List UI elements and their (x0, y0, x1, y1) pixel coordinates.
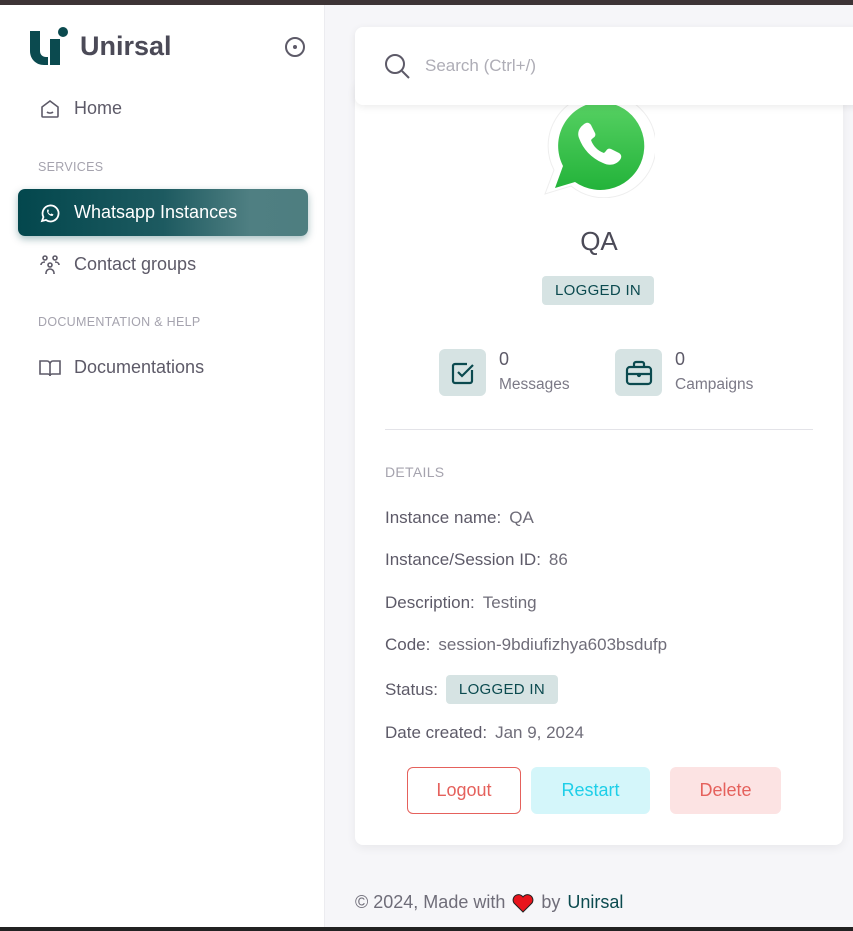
sidebar-item-label: Documentations (74, 357, 205, 377)
status-badge: LOGGED IN (445, 675, 558, 704)
detail-label: Description: (385, 593, 475, 612)
brand-name: Unirsal (80, 30, 172, 61)
logout-button[interactable]: Logout (407, 767, 521, 814)
users-group-icon (40, 254, 60, 274)
detail-label: Date created: (385, 723, 488, 742)
footer-unirsal-link[interactable]: Unirsal (567, 892, 623, 913)
checkbox-icon (451, 362, 474, 384)
sidebar-item-home[interactable]: Home (18, 85, 308, 132)
detail-code: Code: session-9bdiufizhya603bsdufp (385, 635, 667, 655)
checkbox-icon-wrap (439, 349, 486, 396)
detail-status: Status: LOGGED IN (385, 675, 558, 704)
sidebar-item-contact-groups[interactable]: Contact groups (18, 241, 308, 288)
sidebar-item-documentations[interactable]: Documentations (18, 344, 308, 391)
detail-label: Instance name: (385, 508, 502, 527)
search-bar (355, 27, 853, 105)
detail-value: session-9bdiufizhya603bsdufp (438, 635, 668, 654)
footer: © 2024, Made with by Unirsal (355, 892, 623, 913)
taskbar-strip (0, 927, 853, 931)
detail-value: Testing (482, 593, 537, 612)
stat-campaigns: 0 Campaigns (615, 349, 753, 396)
collapse-sidebar-toggle-icon[interactable] (285, 37, 305, 57)
unirsal-logo-icon (30, 27, 68, 65)
stat-value: 0 (499, 349, 510, 369)
detail-instance-name: Instance name: QA (385, 508, 534, 528)
briefcase-icon-wrap (615, 349, 662, 396)
home-icon (41, 99, 59, 118)
detail-description: Description: Testing (385, 593, 537, 613)
search-input[interactable] (425, 56, 775, 76)
section-services: SERVICES (38, 160, 104, 174)
briefcase-icon (625, 360, 652, 385)
delete-button[interactable]: Delete (670, 767, 781, 814)
sidebar-item-whatsapp-instances[interactable]: Whatsapp Instances (18, 189, 308, 236)
stat-value: 0 (675, 349, 686, 369)
sidebar-item-label: Contact groups (74, 254, 197, 274)
detail-date-created: Date created: Jan 9, 2024 (385, 723, 584, 743)
detail-label: Status: (385, 679, 438, 699)
detail-session-id: Instance/Session ID: 86 (385, 550, 568, 570)
footer-copyright: © 2024, Made with (355, 892, 506, 912)
footer-by: by (541, 892, 561, 912)
divider (385, 429, 813, 430)
detail-value: 86 (548, 550, 568, 569)
stat-label: Campaigns (675, 376, 754, 393)
detail-label: Code: (385, 635, 431, 654)
stat-messages: 0 Messages (439, 349, 570, 396)
book-icon (39, 359, 61, 376)
stat-label: Messages (499, 376, 570, 393)
heart-icon (512, 893, 534, 913)
detail-value: QA (509, 508, 534, 527)
status-badge: LOGGED IN (542, 276, 655, 305)
detail-value: Jan 9, 2024 (495, 723, 584, 742)
instance-name: QA (580, 226, 618, 256)
instance-card: QA LOGGED IN 0 Messages 0 Campaigns DETAIL… (355, 80, 843, 845)
details-heading: DETAILS (385, 464, 445, 480)
whatsapp-logo-icon (544, 93, 655, 198)
sidebar-item-label: Whatsapp Instances (74, 202, 238, 222)
logo[interactable]: Unirsal (30, 27, 172, 65)
whatsapp-icon (40, 204, 60, 222)
section-documentation-help: DOCUMENTATION & HELP (38, 315, 201, 329)
search-icon (385, 54, 410, 79)
sidebar-item-label: Home (74, 98, 123, 118)
restart-button[interactable]: Restart (531, 767, 650, 814)
sidebar: Unirsal Home SERVICES Whatsapp Instances… (0, 5, 325, 927)
detail-label: Instance/Session ID: (385, 550, 541, 569)
